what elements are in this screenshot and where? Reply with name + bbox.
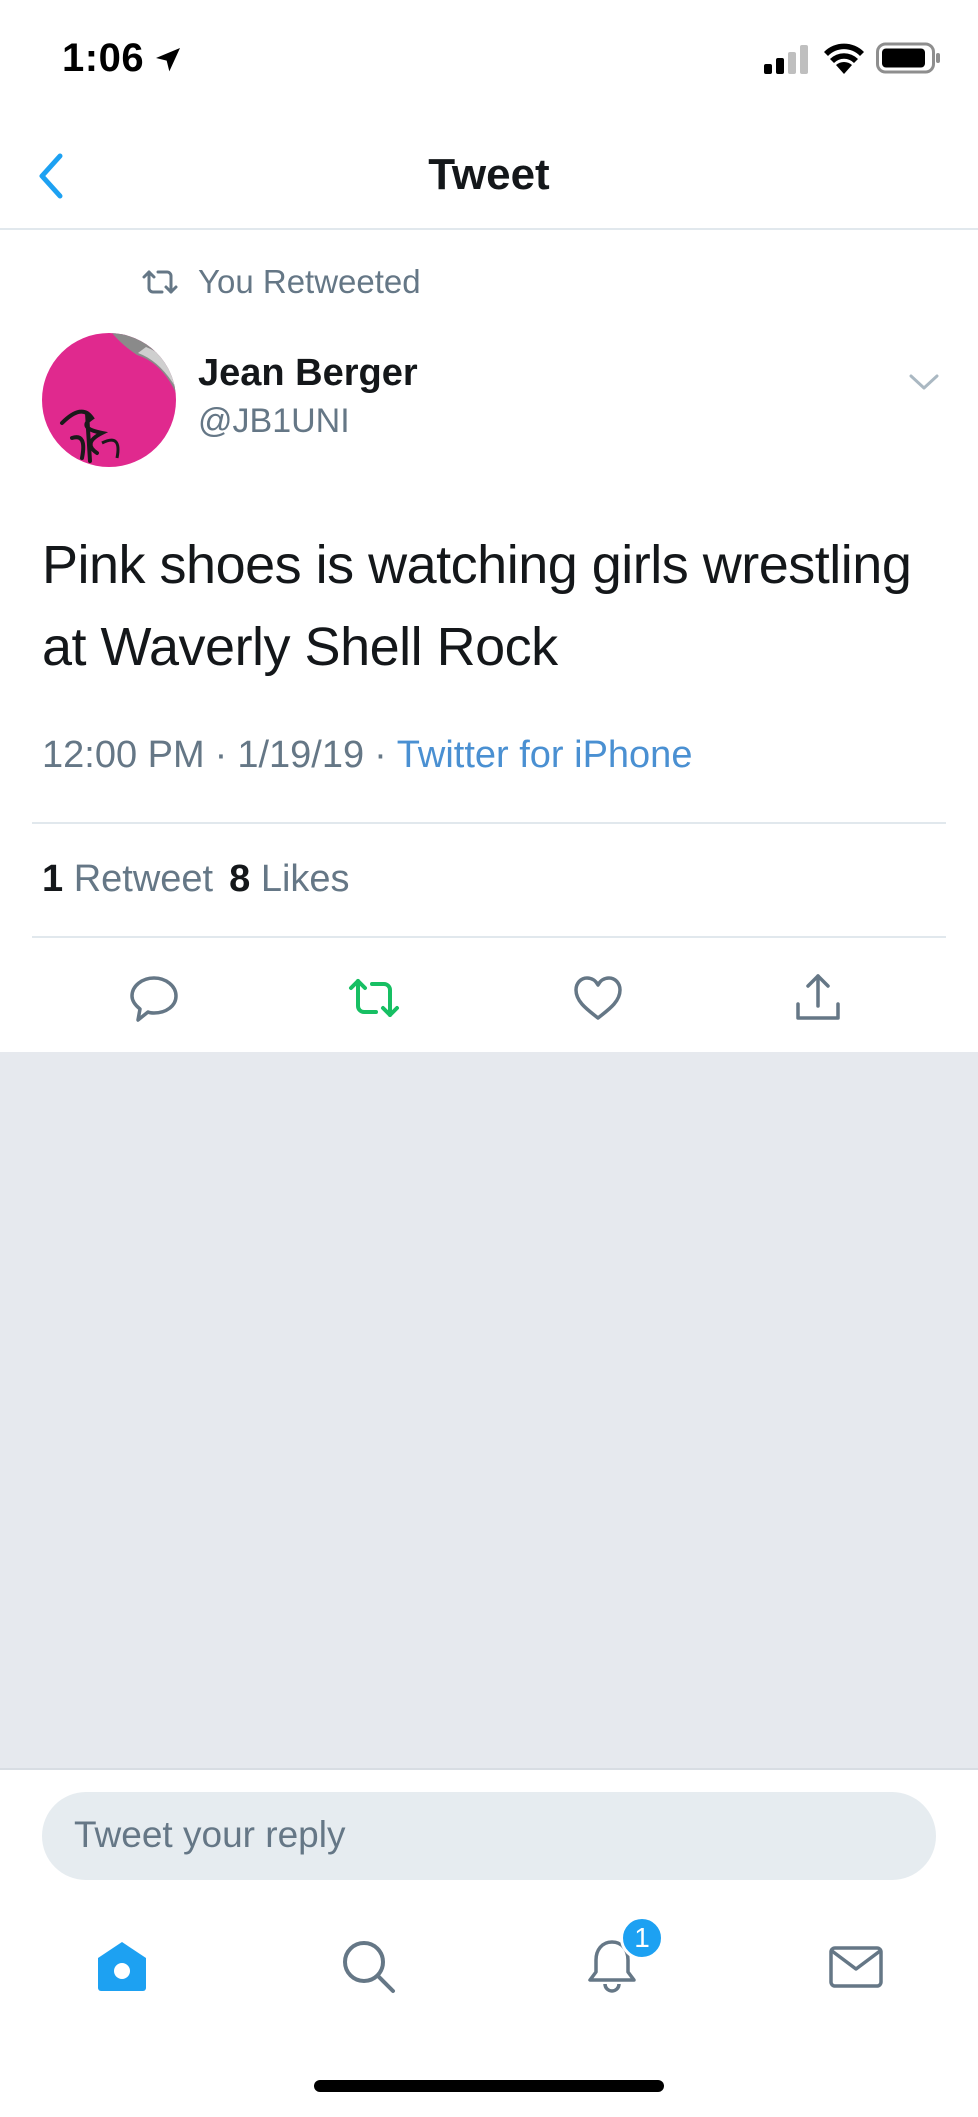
retweet-icon: [142, 270, 178, 294]
page-title: Tweet: [428, 150, 550, 199]
like-icon[interactable]: [570, 970, 626, 1026]
tweet-source-link[interactable]: Twitter for iPhone: [397, 734, 693, 776]
retweets-stat[interactable]: 1 Retweet: [42, 858, 213, 900]
cellular-signal-icon: [764, 45, 808, 74]
reply-placeholder: Tweet your reply: [74, 1814, 346, 1855]
meta-separator: ·: [214, 734, 228, 776]
reply-icon[interactable]: [126, 970, 182, 1026]
divider: [32, 822, 946, 824]
tweet-stats: 1 Retweet 8 Likes: [42, 858, 350, 901]
wifi-icon: [824, 43, 864, 74]
likes-stat[interactable]: 8 Likes: [229, 858, 349, 900]
like-label: Likes: [260, 858, 350, 900]
divider: [32, 936, 946, 938]
retweet-count: 1: [42, 858, 64, 900]
status-time: 1:06: [62, 36, 145, 80]
retweet-label: Retweet: [73, 858, 214, 900]
avatar[interactable]: [42, 333, 176, 467]
chevron-down-icon[interactable]: [906, 368, 942, 396]
notification-badge: 1: [620, 1916, 664, 1960]
nav-bar: Tweet: [0, 120, 978, 230]
empty-replies-area: [0, 1052, 978, 1770]
status-bar: 1:06: [0, 0, 978, 120]
like-count: 8: [229, 858, 251, 900]
tweet-time: 12:00 PM: [42, 734, 205, 776]
reply-input[interactable]: Tweet your reply: [42, 1792, 936, 1880]
retweet-context: You Retweeted: [140, 262, 421, 302]
home-icon[interactable]: [92, 1936, 152, 1996]
retweet-context-label: You Retweeted: [198, 263, 421, 300]
meta-separator: ·: [374, 734, 387, 776]
search-icon[interactable]: [338, 1936, 398, 1996]
share-icon[interactable]: [790, 970, 846, 1026]
author-name[interactable]: Jean Berger: [198, 352, 418, 395]
tweet-date: 1/19/19: [237, 734, 365, 776]
tweet-text: Pink shoes is watching girls wrestling a…: [42, 535, 912, 677]
tweet-meta: 12:00 PM · 1/19/19 · Twitter for iPhone: [42, 734, 692, 777]
tweet-actions: [0, 940, 978, 1050]
home-indicator: [314, 2080, 664, 2092]
location-arrow-icon: [156, 48, 180, 72]
battery-icon: [876, 42, 940, 74]
author-handle[interactable]: @JB1UNI: [198, 402, 350, 441]
retweet-icon[interactable]: [346, 970, 402, 1026]
messages-icon[interactable]: [826, 1936, 886, 1996]
